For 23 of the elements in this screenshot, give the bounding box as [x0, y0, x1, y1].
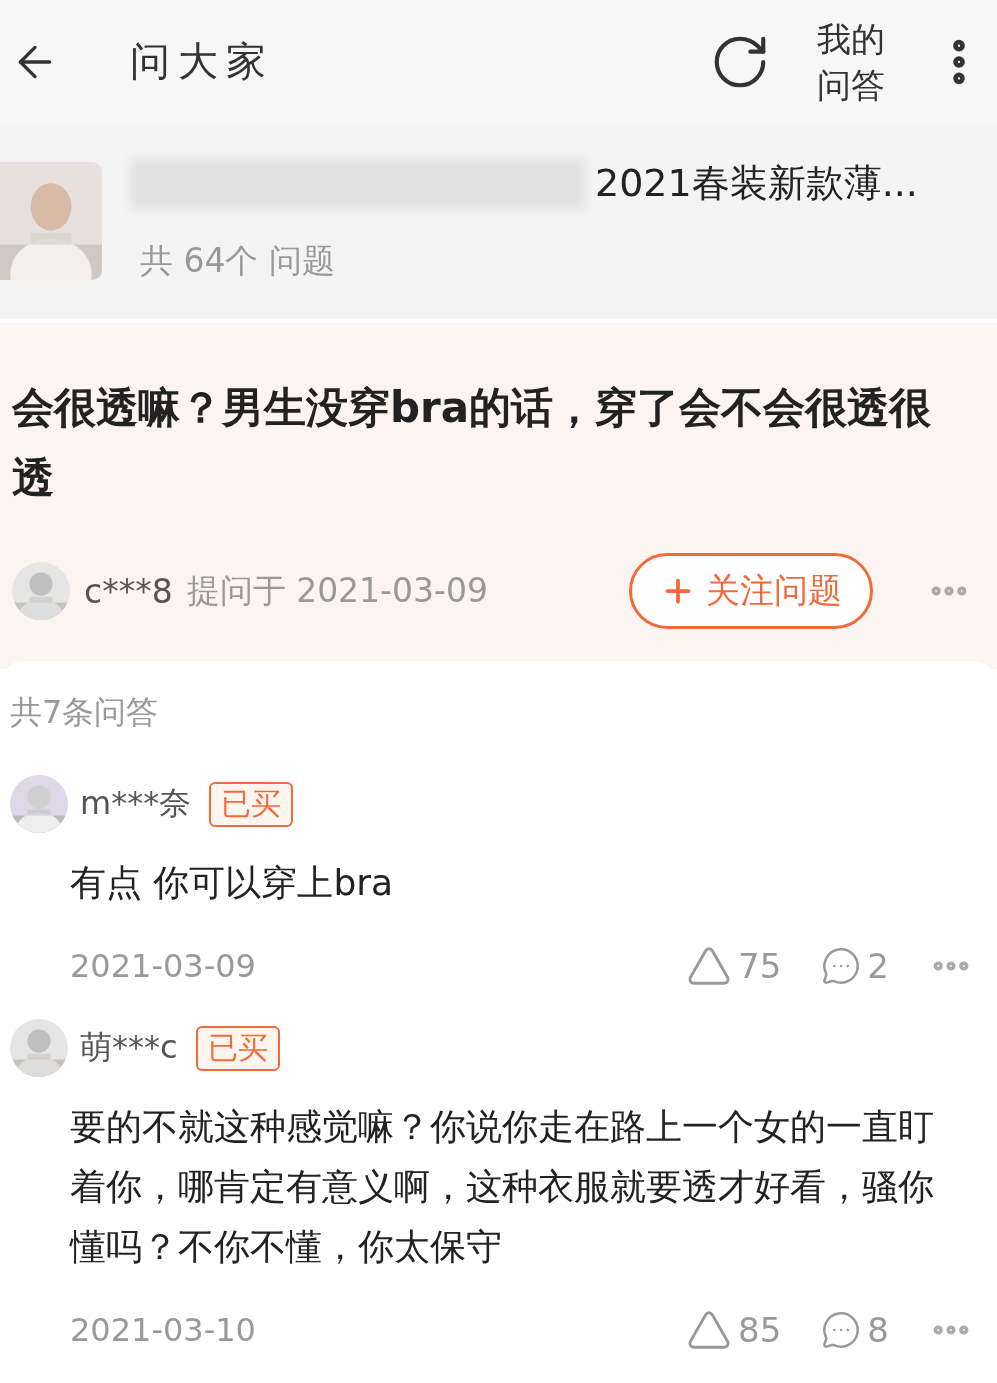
product-name: 2021春装新款薄... [595, 160, 918, 208]
user-name: 萌***c [80, 1027, 178, 1068]
asker-name: c***8 [84, 571, 173, 611]
page-title: 问大家 [130, 37, 275, 87]
answer-text: 有点 你可以穿上bra [69, 861, 395, 905]
answer-date: 2021-03-10 [70, 1311, 257, 1349]
question-text: 会很透嘛？男生没穿bra的话，穿了会不会很透很透 [12, 382, 933, 504]
comment-icon [821, 1310, 862, 1350]
comment-button[interactable]: 2 [821, 946, 889, 986]
comment-button[interactable]: 8 [821, 1310, 889, 1350]
purchased-badge: 已买 [209, 781, 294, 827]
like-button[interactable]: 85 [686, 1307, 782, 1353]
follow-button[interactable]: 关注问题 [629, 553, 873, 629]
my-qa-button[interactable]: 我的问答 [811, 15, 891, 108]
answer-count: 共7条问答 [10, 692, 160, 733]
question-count: 共 64个 问题 [140, 240, 336, 283]
purchased-badge: 已买 [195, 1025, 280, 1071]
answer-date: 2021-03-09 [70, 947, 257, 985]
asked-date: 提问于 2021-03-09 [186, 569, 489, 612]
user-name: m***奈 [80, 783, 192, 824]
answer-text: 要的不就这种感觉嘛？你说你走在路上一个女的一直盯着你，哪肯定有意义啊，这种衣服就要透才好看，骚你懂吗？不你不懂，你太保守 [68, 1105, 935, 1269]
comment-icon [821, 946, 862, 986]
like-button[interactable]: 75 [686, 943, 782, 989]
